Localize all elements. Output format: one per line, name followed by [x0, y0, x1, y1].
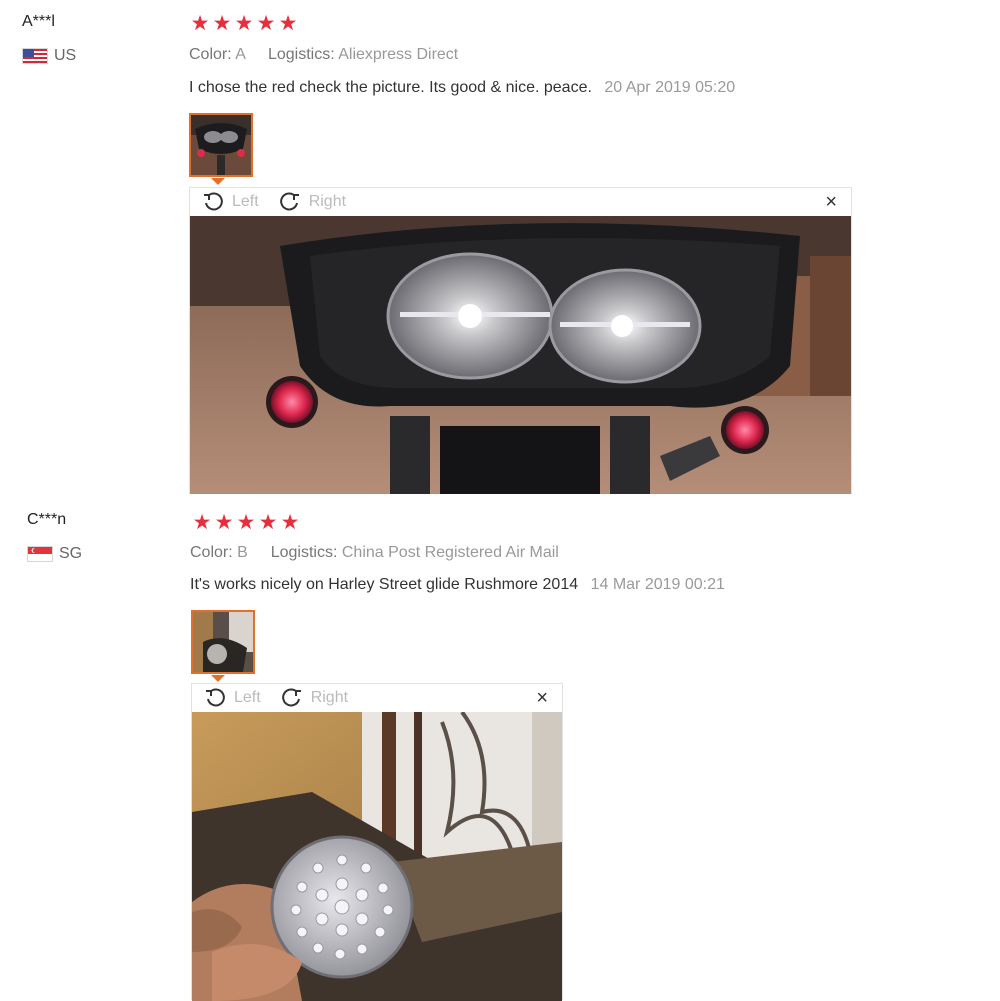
- country-code: SG: [59, 545, 83, 562]
- star-icon: ★: [190, 12, 210, 35]
- review-date: 14 Mar 2019 00:21: [590, 576, 725, 593]
- rating-stars: ★ ★ ★ ★ ★: [190, 13, 298, 34]
- rotate-right-label: Right: [310, 689, 349, 706]
- reviewer-country: SG: [27, 545, 82, 563]
- review-body: It's works nicely on Harley Street glide…: [190, 576, 579, 593]
- review-photo-large: [190, 216, 851, 494]
- color-value: B: [237, 544, 248, 561]
- viewer-toolbar: Left Right ×: [192, 684, 562, 712]
- reviewer-country: US: [22, 47, 76, 65]
- rotate-left-icon: [204, 192, 223, 211]
- logistics-label: Logistics:: [267, 46, 335, 63]
- rotate-left-button[interactable]: Left: [202, 191, 259, 213]
- star-icon: ★: [214, 511, 234, 534]
- rating-stars: ★ ★ ★ ★ ★: [192, 512, 300, 533]
- logistics-label: Logistics:: [270, 544, 338, 561]
- close-viewer-button[interactable]: ×: [825, 192, 837, 212]
- color-label: Color:: [189, 46, 232, 63]
- review-item: C***n SG ★ ★ ★ ★ ★ Color: B Logistics: C…: [0, 500, 1000, 1001]
- rotate-left-label: Left: [234, 689, 261, 706]
- logistics-value: China Post Registered Air Mail: [341, 544, 559, 561]
- review-body: I chose the red check the picture. Its g…: [189, 79, 592, 96]
- star-icon: ★: [234, 12, 254, 35]
- rotate-right-button[interactable]: Right: [281, 687, 348, 709]
- thumb-pointer: [211, 178, 225, 185]
- viewer-toolbar: Left Right ×: [190, 188, 851, 216]
- order-info: Color: A Logistics: Aliexpress Direct: [189, 46, 458, 64]
- review-item: A***l US ★ ★ ★ ★ ★ Color: A Logistics: A…: [0, 0, 1000, 500]
- review-text: It's works nicely on Harley Street glide…: [190, 576, 725, 594]
- order-info: Color: B Logistics: China Post Registere…: [190, 544, 559, 562]
- motorcycle-thumbnail-image: [191, 115, 251, 175]
- color-label: Color:: [190, 544, 233, 561]
- reviewer-name: C***n: [27, 511, 67, 528]
- close-viewer-button[interactable]: ×: [536, 688, 548, 708]
- rotate-left-icon: [206, 688, 225, 707]
- star-icon: ★: [258, 511, 278, 534]
- thumb-pointer: [211, 675, 225, 682]
- review-text: I chose the red check the picture. Its g…: [189, 79, 735, 97]
- led-lens-photo: [192, 712, 562, 1001]
- rotate-left-label: Left: [232, 193, 259, 210]
- review-date: 20 Apr 2019 05:20: [604, 79, 736, 96]
- star-icon: ★: [192, 511, 212, 534]
- sg-flag-icon: [27, 546, 53, 562]
- review-photo-large: [192, 712, 562, 1001]
- rotate-right-icon: [281, 688, 301, 707]
- country-code: US: [54, 47, 77, 64]
- motorcycle-fairing-photo: [190, 216, 851, 494]
- star-icon: ★: [280, 511, 300, 534]
- reviewer-name: A***l: [22, 13, 55, 30]
- star-icon: ★: [278, 12, 298, 35]
- logistics-value: Aliexpress Direct: [338, 46, 459, 63]
- image-viewer: Left Right ×: [191, 683, 563, 1001]
- color-value: A: [235, 46, 246, 63]
- star-icon: ★: [236, 511, 256, 534]
- rotate-right-icon: [279, 192, 299, 211]
- image-viewer: Left Right ×: [189, 187, 852, 494]
- rotate-left-button[interactable]: Left: [204, 687, 261, 709]
- star-icon: ★: [256, 12, 276, 35]
- us-flag-icon: [22, 48, 48, 64]
- rotate-right-label: Right: [308, 193, 347, 210]
- star-icon: ★: [212, 12, 232, 35]
- rotate-right-button[interactable]: Right: [279, 191, 346, 213]
- review-photo-thumbnail[interactable]: [191, 610, 255, 674]
- review-photo-thumbnail[interactable]: [189, 113, 253, 177]
- lens-thumbnail-image: [193, 612, 253, 672]
